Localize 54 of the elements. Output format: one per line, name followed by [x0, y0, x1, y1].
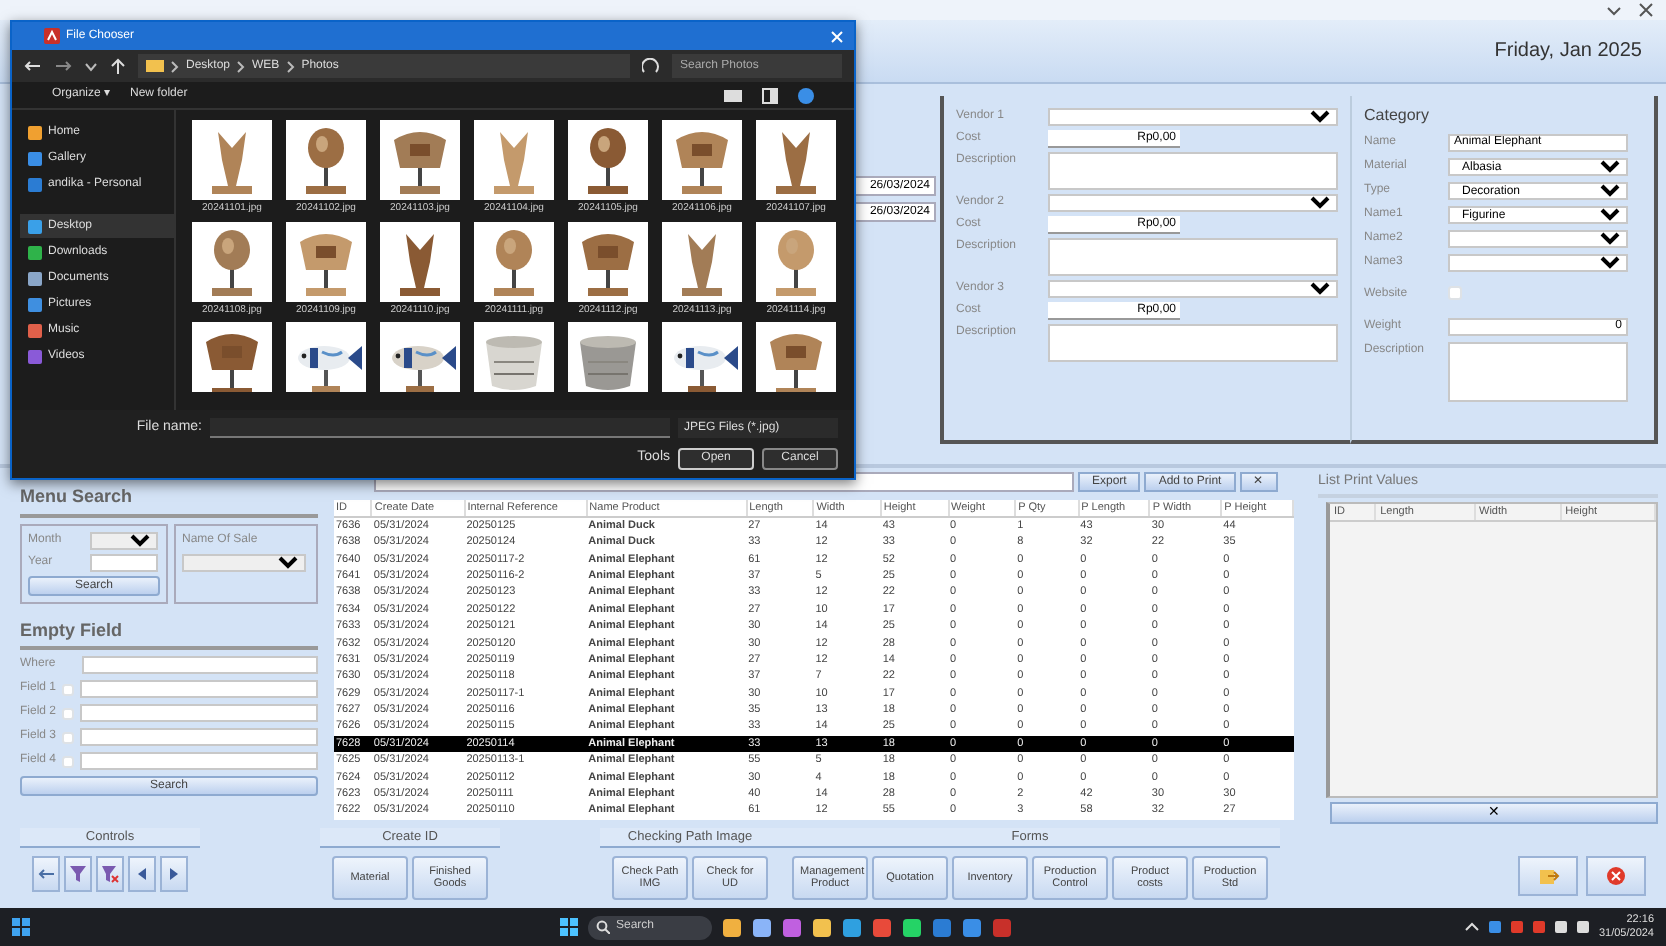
checkbox[interactable]: [62, 683, 74, 695]
checkbox[interactable]: [62, 731, 74, 743]
chevron-icon[interactable]: [1464, 920, 1481, 934]
section-title: Empty Field: [20, 617, 318, 650]
description-field[interactable]: [1448, 342, 1628, 402]
where-field[interactable]: [82, 656, 318, 674]
field-input[interactable]: [80, 704, 318, 722]
description-field[interactable]: [1048, 238, 1338, 276]
section-title: Menu Search: [20, 484, 318, 517]
export-icon: [1537, 865, 1559, 887]
dropdown[interactable]: [1448, 254, 1628, 272]
field-input[interactable]: [80, 680, 318, 698]
search-icon: [596, 920, 610, 934]
close-icon: [1606, 866, 1626, 886]
chevron-icon[interactable]: [1606, 2, 1622, 18]
widgets-icon[interactable]: [12, 918, 30, 936]
file-name-field[interactable]: [210, 418, 670, 439]
year-field[interactable]: [90, 553, 158, 571]
next-button[interactable]: [160, 856, 188, 892]
back-icon[interactable]: [24, 58, 42, 74]
chevron-icon: [285, 59, 296, 73]
field-input[interactable]: [80, 752, 318, 770]
month-dropdown[interactable]: [90, 531, 158, 549]
chevron-icon: [236, 59, 247, 73]
exit-button[interactable]: [1586, 856, 1646, 896]
description-field[interactable]: [1048, 152, 1338, 190]
filter-button[interactable]: [64, 856, 92, 892]
date-label: Friday, Jan 2025: [1494, 38, 1642, 66]
start-icon[interactable]: [560, 918, 578, 936]
checkbox[interactable]: [62, 707, 74, 719]
forward-icon[interactable]: [54, 58, 72, 74]
clear-filter-icon: [100, 864, 120, 884]
help-icon[interactable]: [798, 87, 814, 103]
app-icon: [44, 28, 60, 44]
description-field[interactable]: [1048, 324, 1338, 362]
field-input[interactable]: [80, 728, 318, 746]
preview-pane-icon[interactable]: [762, 87, 778, 103]
chevron-icon: [170, 59, 180, 73]
checkbox[interactable]: [1448, 286, 1462, 300]
folder-icon: [146, 58, 164, 74]
clear-filter-button[interactable]: [96, 856, 124, 892]
filter-icon: [68, 864, 88, 884]
section-title: Category: [1364, 104, 1431, 128]
close-icon[interactable]: [1638, 2, 1654, 18]
checkbox[interactable]: [62, 755, 74, 767]
name-dropdown[interactable]: [182, 553, 306, 571]
previous-button[interactable]: [128, 856, 156, 892]
dropdown[interactable]: [1448, 230, 1628, 248]
up-icon[interactable]: [110, 57, 126, 75]
refresh-icon[interactable]: [642, 57, 660, 75]
view-icon[interactable]: [724, 87, 742, 103]
chevron-icon[interactable]: [84, 59, 98, 73]
back-arrow-button[interactable]: [32, 856, 60, 892]
back-arrow-icon: [36, 864, 56, 884]
